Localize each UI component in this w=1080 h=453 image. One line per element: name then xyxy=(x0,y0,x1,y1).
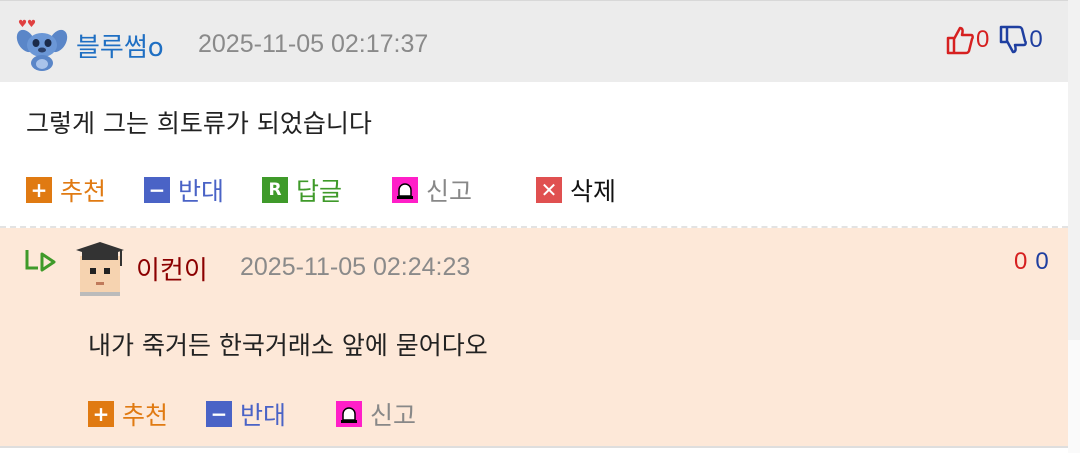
delete-button[interactable]: ✕ 삭제 xyxy=(536,172,616,208)
plus-icon: + xyxy=(26,177,52,203)
comment-text: 내가 죽거든 한국거래소 앞에 묻어다오 xyxy=(88,331,488,360)
graduate-avatar-icon[interactable] xyxy=(72,238,128,296)
comment-datetime: 2025-11-05 02:17:37 xyxy=(198,30,429,58)
comment-text: 그렇게 그는 희토류가 되었습니다 xyxy=(26,109,372,138)
like-count[interactable]: 0 xyxy=(1014,248,1027,276)
stitch-avatar-icon[interactable]: ♥♥ xyxy=(16,15,68,71)
scrollbar-track[interactable] xyxy=(1068,0,1080,340)
report-button[interactable]: 신고 xyxy=(392,172,472,208)
oppose-button[interactable]: − 반대 xyxy=(144,172,224,208)
comment-body: 그렇게 그는 희토류가 되었습니다 + 추천 − 반대 R 답글 신고 ✕ 삭제 xyxy=(0,82,1068,226)
svg-text:♥♥: ♥♥ xyxy=(18,19,36,30)
dislike-count[interactable]: 0 xyxy=(1035,248,1048,276)
siren-icon xyxy=(392,177,418,203)
oppose-button[interactable]: − 반대 xyxy=(206,396,286,432)
delete-label: 삭제 xyxy=(570,177,617,206)
thumbs-up-icon[interactable] xyxy=(946,25,974,55)
report-button[interactable]: 신고 xyxy=(336,396,416,432)
reply-button[interactable]: R 답글 xyxy=(262,172,342,208)
oppose-label: 반대 xyxy=(178,177,225,206)
like-count: 0 xyxy=(976,26,990,53)
siren-icon xyxy=(336,401,362,427)
reply-comment: 이컨이 2025-11-05 02:24:23 0 0 내가 죽거든 한국거래소… xyxy=(0,228,1068,448)
report-label: 신고 xyxy=(426,177,473,206)
vote-box: 0 0 xyxy=(1014,248,1049,276)
minus-icon: − xyxy=(206,401,232,427)
author-nickname[interactable]: 이컨이 xyxy=(136,250,208,287)
dislike-count: 0 xyxy=(1029,26,1043,53)
r-icon: R xyxy=(262,177,288,203)
report-label: 신고 xyxy=(370,401,417,430)
oppose-label: 반대 xyxy=(240,401,287,430)
plus-icon: + xyxy=(88,401,114,427)
reply-label: 답글 xyxy=(296,177,343,206)
author-nickname[interactable]: 블루썸o xyxy=(76,27,164,64)
thumbs-down-icon[interactable] xyxy=(999,25,1028,55)
minus-icon: − xyxy=(144,177,170,203)
recommend-label: 추천 xyxy=(122,401,169,430)
comment-header: ♥♥ 블루썸o 2025-11-05 02:17:37 0 0 xyxy=(0,0,1068,83)
vote-box: 0 0 xyxy=(946,25,1043,55)
recommend-label: 추천 xyxy=(60,177,107,206)
recommend-button[interactable]: + 추천 xyxy=(26,172,106,208)
recommend-button[interactable]: + 추천 xyxy=(88,396,168,432)
reply-arrow-icon xyxy=(24,248,60,278)
scrollbar-track-lower xyxy=(1068,340,1080,453)
comment-datetime: 2025-11-05 02:24:23 xyxy=(240,253,471,281)
close-icon: ✕ xyxy=(536,177,562,203)
